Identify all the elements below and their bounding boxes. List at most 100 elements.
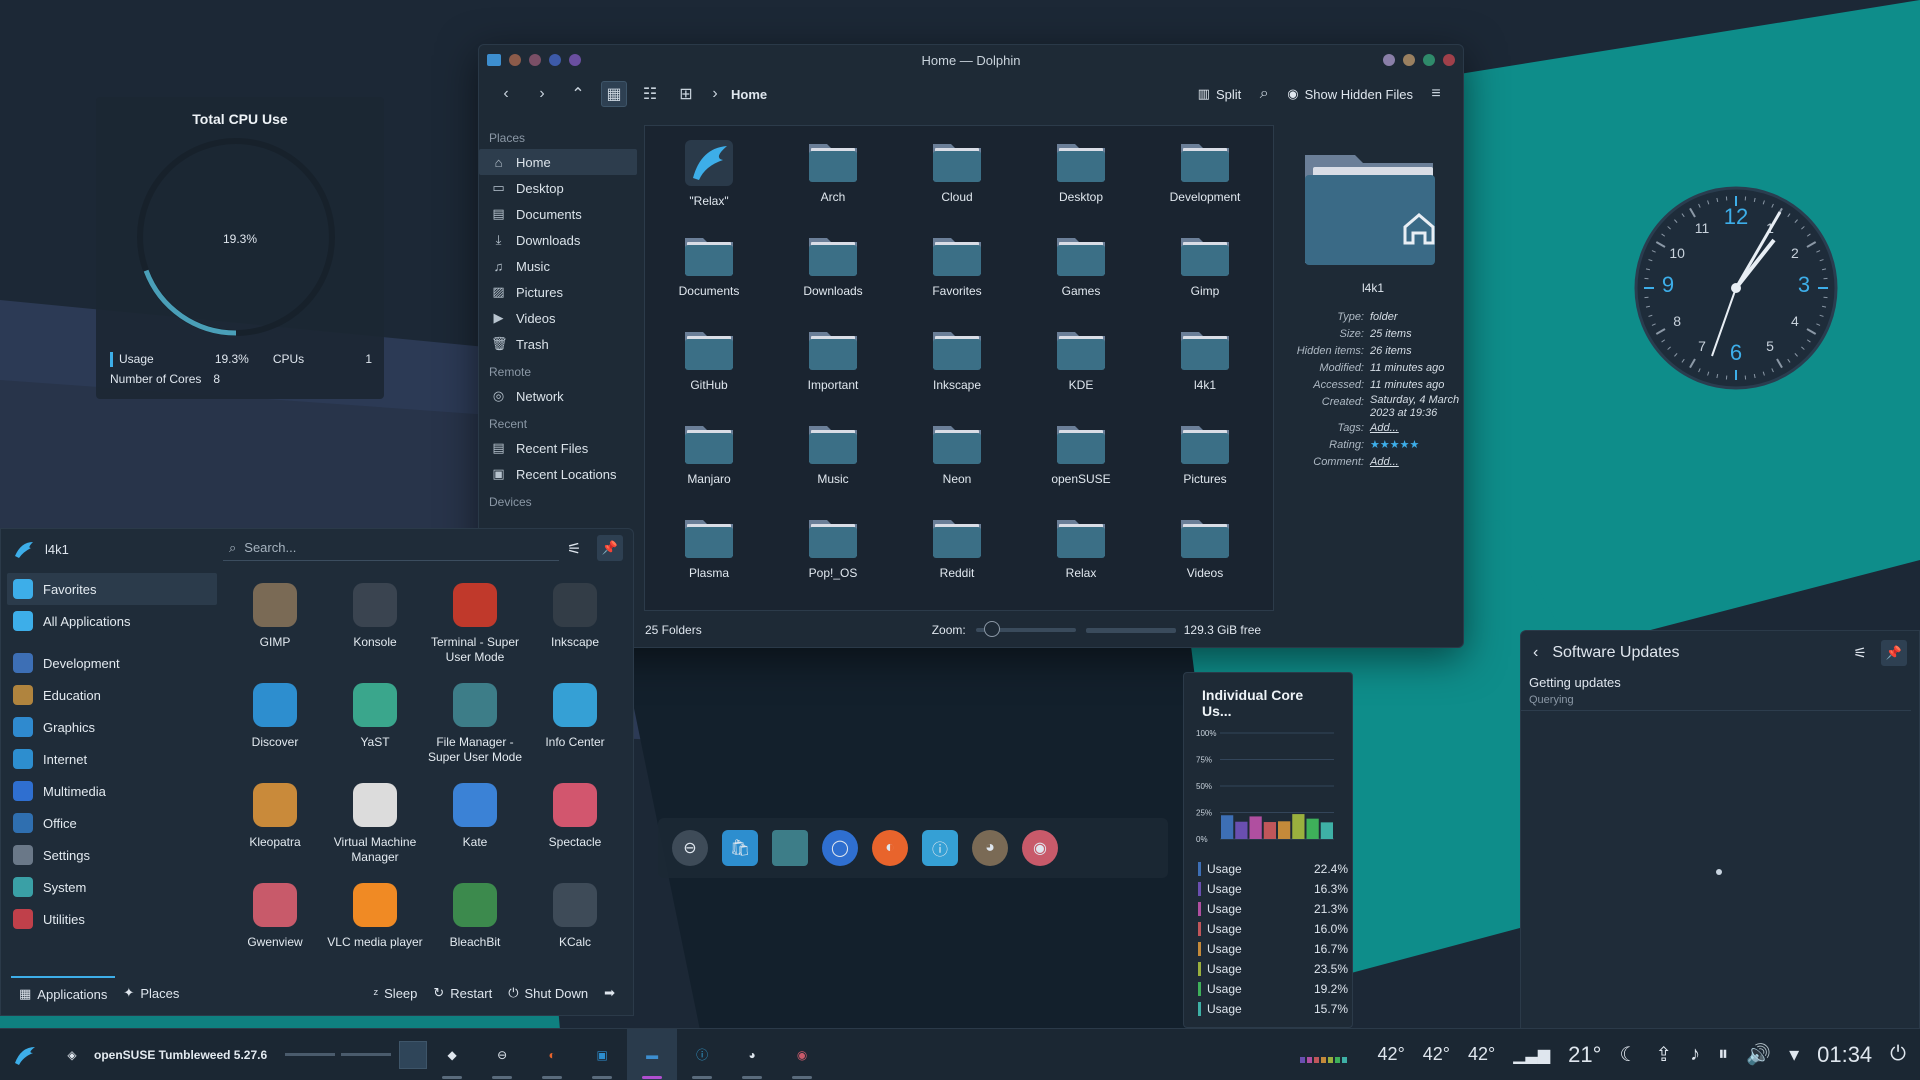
- discover-icon[interactable]: 🛍: [722, 830, 758, 866]
- filter-icon[interactable]: ⚟: [1854, 644, 1867, 662]
- keep-above-dot[interactable]: [569, 54, 581, 66]
- app-konsole[interactable]: Konsole: [325, 577, 425, 677]
- folder-item[interactable]: Neon: [895, 416, 1019, 510]
- activities-icon[interactable]: ◈: [50, 1029, 94, 1080]
- start-menu-button[interactable]: [0, 1029, 50, 1080]
- app-gimp[interactable]: GIMP: [225, 577, 325, 677]
- details-view-icon[interactable]: ⊞: [673, 81, 699, 107]
- places-tab[interactable]: ✦ Places: [115, 976, 187, 1010]
- app-kleopatra[interactable]: Kleopatra: [225, 777, 325, 877]
- app-bleachbit[interactable]: BleachBit: [425, 877, 525, 977]
- pin-dot[interactable]: [529, 54, 541, 66]
- sidebar-item-network[interactable]: ◎ Network: [479, 383, 641, 409]
- firefox-icon[interactable]: ◐: [872, 830, 908, 866]
- show-hidden-button[interactable]: ◉ Show Hidden Files: [1287, 86, 1413, 102]
- category-education[interactable]: Education: [7, 679, 217, 711]
- back-icon[interactable]: ‹: [1533, 644, 1538, 662]
- titlebar[interactable]: Home — Dolphin: [479, 45, 1463, 75]
- task-info-center[interactable]: ⓘ: [677, 1029, 727, 1080]
- file-view[interactable]: "Relax" Arch Cloud Desktop Development Docume…: [644, 125, 1274, 611]
- gimp-icon[interactable]: ◕: [972, 830, 1008, 866]
- folder-item[interactable]: Cloud: [895, 134, 1019, 228]
- leave-more-button[interactable]: ➡: [596, 976, 623, 1010]
- pager-desktop-2[interactable]: [341, 1053, 392, 1056]
- app-yast[interactable]: YaST: [325, 677, 425, 777]
- hamburger-menu-icon[interactable]: ≡: [1423, 81, 1449, 107]
- folder-item[interactable]: Pop!_OS: [771, 510, 895, 604]
- category-development[interactable]: Development: [7, 647, 217, 679]
- task-discover[interactable]: ▣: [577, 1029, 627, 1080]
- sidebar-item-desktop[interactable]: ▭ Desktop: [479, 175, 641, 201]
- folder-item[interactable]: Gimp: [1143, 228, 1267, 322]
- breadcrumb[interactable]: Home: [731, 87, 767, 102]
- folder-item[interactable]: openSUSE: [1019, 416, 1143, 510]
- sidebar-item-home[interactable]: ⌂ Home: [479, 149, 637, 175]
- sidebar-item-trash[interactable]: 🗑 Trash: [479, 331, 641, 357]
- sidebar-item-videos[interactable]: ▶ Videos: [479, 305, 641, 331]
- category-favorites[interactable]: Favorites: [7, 573, 217, 605]
- folder-item[interactable]: Videos: [1143, 510, 1267, 604]
- user-avatar[interactable]: [13, 538, 35, 560]
- folder-item[interactable]: Desktop: [1019, 134, 1143, 228]
- weather-temp[interactable]: 21°: [1568, 1042, 1601, 1068]
- folder-item[interactable]: Documents: [647, 228, 771, 322]
- folder-item[interactable]: Music: [771, 416, 895, 510]
- folder-item[interactable]: Manjaro: [647, 416, 771, 510]
- category-settings[interactable]: Settings: [7, 839, 217, 871]
- icons-view-icon[interactable]: ▦: [601, 81, 627, 107]
- category-utilities[interactable]: Utilities: [7, 903, 217, 935]
- app-spectacle[interactable]: Spectacle: [525, 777, 625, 877]
- pause-icon[interactable]: ⏸: [1718, 1043, 1728, 1066]
- folder-item[interactable]: Downloads: [771, 228, 895, 322]
- add-tags-link[interactable]: Add...: [1370, 420, 1461, 437]
- maximize-button[interactable]: [1423, 54, 1435, 66]
- task-inkscape[interactable]: ◆: [427, 1029, 477, 1080]
- app-file-manager-super-user-mode[interactable]: File Manager - Super User Mode: [425, 677, 525, 777]
- app-discover[interactable]: Discover: [225, 677, 325, 777]
- sleep-button[interactable]: ᶻ Sleep: [365, 976, 425, 1010]
- folder-item[interactable]: "Relax": [647, 134, 771, 228]
- media-player-icon[interactable]: ♪: [1690, 1043, 1700, 1066]
- close-button[interactable]: [1443, 54, 1455, 66]
- clock-time[interactable]: 01:34: [1817, 1042, 1872, 1068]
- app-kcalc[interactable]: KCalc: [525, 877, 625, 977]
- folder-item[interactable]: KDE: [1019, 322, 1143, 416]
- settings-toggle-icon[interactable]: ⊖: [672, 830, 708, 866]
- category-system[interactable]: System: [7, 871, 217, 903]
- folder-item[interactable]: Arch: [771, 134, 895, 228]
- pin-icon[interactable]: 📌: [1881, 640, 1907, 666]
- power-icon[interactable]: ⏻: [1890, 1043, 1906, 1066]
- category-office[interactable]: Office: [7, 807, 217, 839]
- app-inkscape[interactable]: Inkscape: [525, 577, 625, 677]
- task-gwenview[interactable]: ◉: [777, 1029, 827, 1080]
- night-moon-icon[interactable]: ☾: [1619, 1042, 1637, 1067]
- shutdown-button[interactable]: ⏻ Shut Down: [500, 976, 596, 1010]
- compact-view-icon[interactable]: ☷: [637, 81, 663, 107]
- folder-item[interactable]: Reddit: [895, 510, 1019, 604]
- category-graphics[interactable]: Graphics: [7, 711, 217, 743]
- temp-1[interactable]: 42°: [1378, 1044, 1405, 1065]
- folder-item[interactable]: Favorites: [895, 228, 1019, 322]
- info-center-icon[interactable]: ⓘ: [922, 830, 958, 866]
- folder-item[interactable]: l4k1: [1143, 322, 1267, 416]
- search-input[interactable]: ⌕ Search...: [223, 535, 559, 561]
- folder-item[interactable]: Games: [1019, 228, 1143, 322]
- pager-desktop-1[interactable]: [285, 1053, 336, 1056]
- sidebar-item-pictures[interactable]: ▨ Pictures: [479, 279, 641, 305]
- temp-2[interactable]: 42°: [1423, 1044, 1450, 1065]
- zoom-slider-handle[interactable]: [983, 621, 1000, 637]
- updates-tray-icon[interactable]: ⇪: [1655, 1042, 1672, 1067]
- temp-3[interactable]: 42°: [1468, 1044, 1495, 1065]
- category-internet[interactable]: Internet: [7, 743, 217, 775]
- category-all-applications[interactable]: All Applications: [7, 605, 217, 637]
- task-dolphin[interactable]: ▬: [627, 1028, 678, 1080]
- wifi-icon[interactable]: ▾: [1789, 1042, 1799, 1067]
- app-vlc-media-player[interactable]: VLC media player: [325, 877, 425, 977]
- add-comment-link[interactable]: Add...: [1370, 454, 1461, 471]
- app-gwenview[interactable]: Gwenview: [225, 877, 325, 977]
- app-info-center[interactable]: Info Center: [525, 677, 625, 777]
- app-terminal-super-user-mode[interactable]: Terminal - Super User Mode: [425, 577, 525, 677]
- search-icon[interactable]: ⌕: [1251, 81, 1277, 107]
- folder-item[interactable]: GitHub: [647, 322, 771, 416]
- network-graph-icon[interactable]: ▁▃▆: [1513, 1045, 1550, 1065]
